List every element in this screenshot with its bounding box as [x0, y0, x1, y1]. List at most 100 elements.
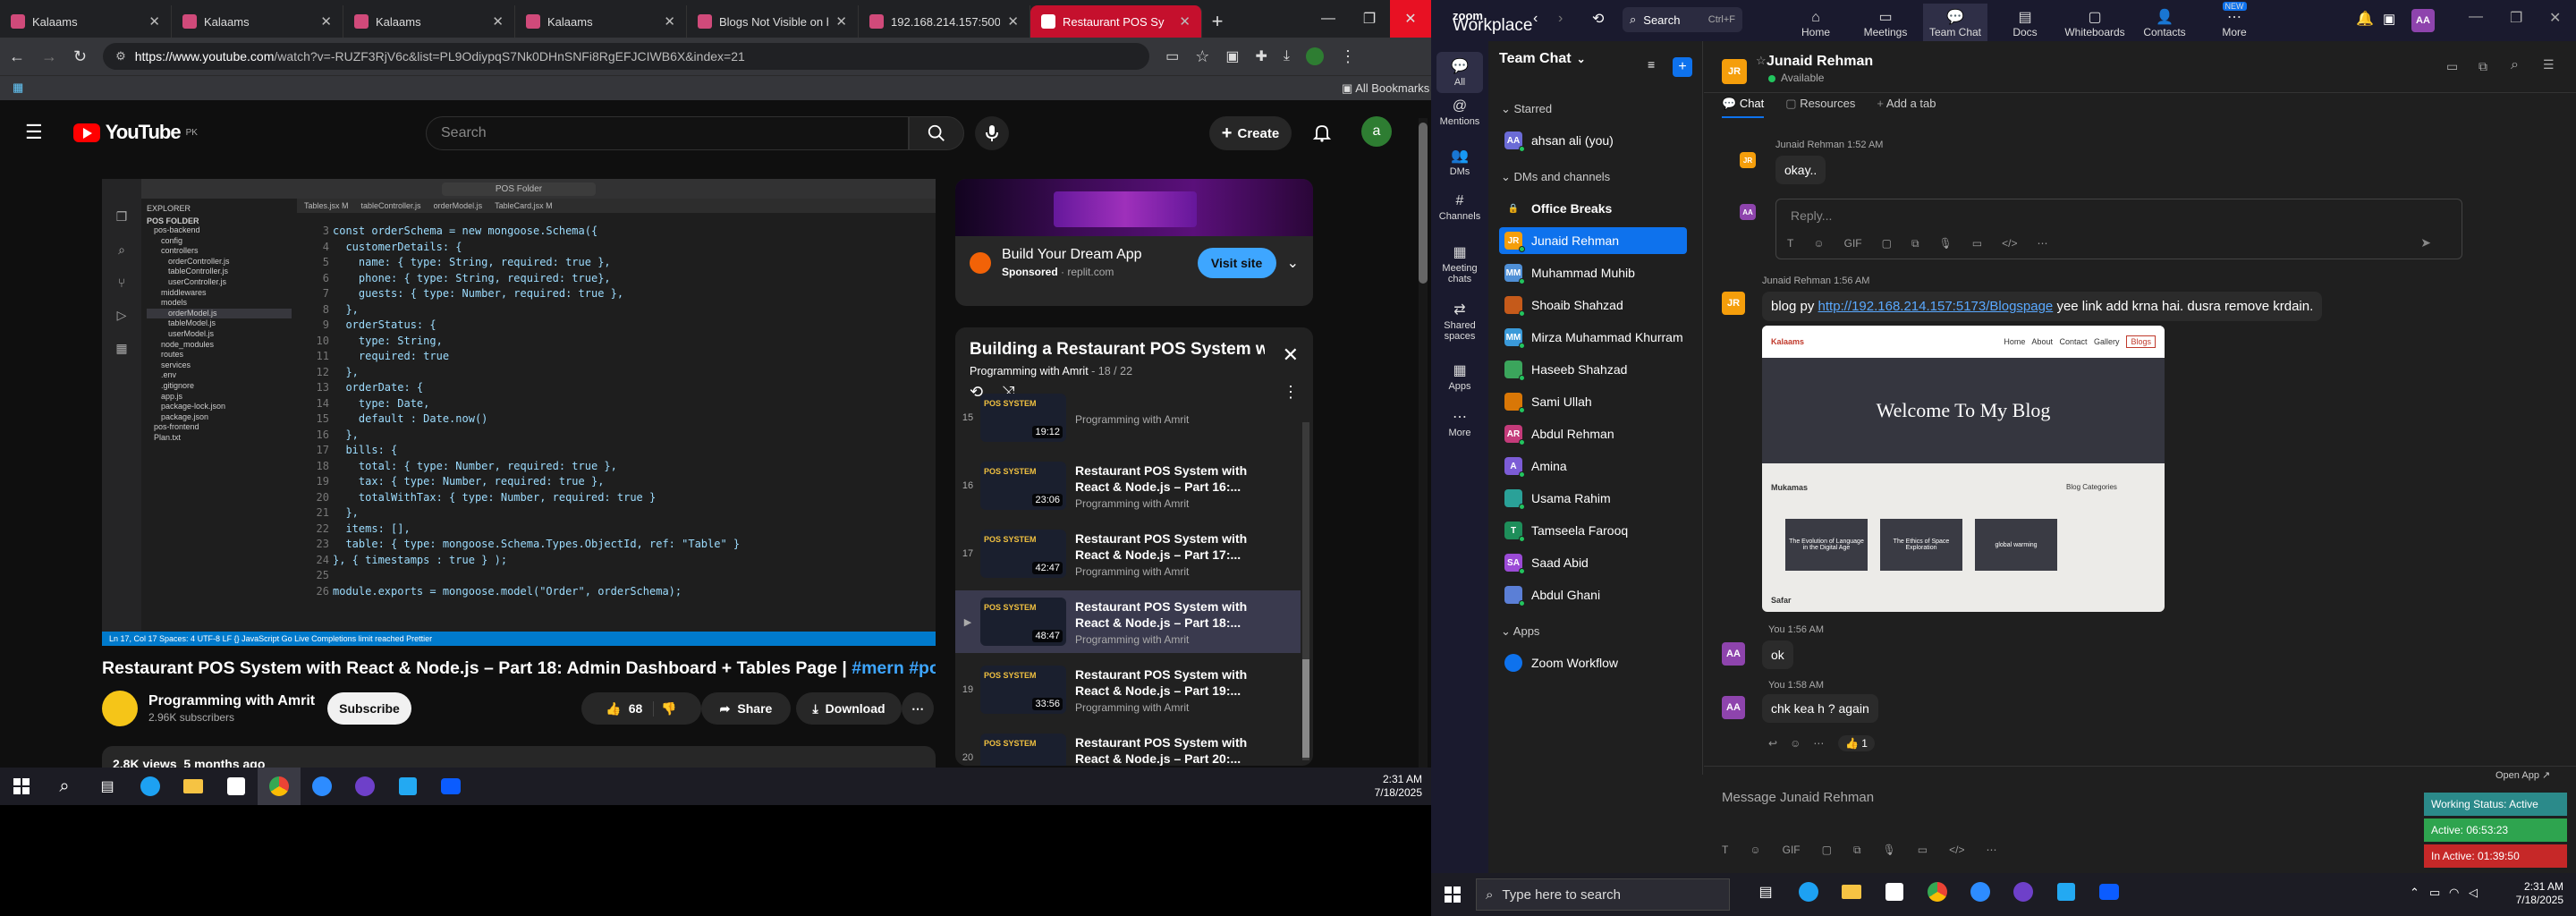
share-button[interactable]: ➦ Share: [701, 692, 791, 725]
nav-contacts[interactable]: 👤 Contacts: [2132, 4, 2197, 41]
store-icon[interactable]: [215, 768, 258, 805]
minimize-icon[interactable]: —: [2469, 9, 2483, 25]
message-link[interactable]: http://192.168.214.157:5173/Blogspage: [1818, 299, 2054, 314]
playlist-item[interactable]: 17 POS SYSTEM 42:47 Restaurant POS System w…: [955, 522, 1301, 585]
format-icon[interactable]: T: [1722, 844, 1728, 857]
vscode-icon[interactable]: [2045, 873, 2088, 911]
apps-section[interactable]: ⌄ Apps: [1488, 624, 1703, 639]
playlist-title[interactable]: Building a Restaurant POS System w...: [970, 340, 1265, 360]
site-info-icon[interactable]: ⚙: [115, 49, 126, 64]
more-actions-button[interactable]: ⋯: [902, 692, 934, 725]
chat-info-icon[interactable]: ☰: [2543, 57, 2555, 72]
hamburger-icon[interactable]: ☰: [25, 121, 43, 144]
search-input[interactable]: Search: [426, 116, 909, 150]
more-icon[interactable]: ⋯: [1813, 737, 1824, 750]
star-icon[interactable]: ☆: [1756, 54, 1767, 68]
close-playlist-icon[interactable]: ✕: [1283, 344, 1299, 367]
user-avatar[interactable]: AA: [2411, 9, 2435, 32]
chat-tab[interactable]: 💬 Chat: [1722, 97, 1765, 118]
emoji-icon[interactable]: ☺: [1813, 237, 1824, 250]
mic-icon[interactable]: 🎙: [1939, 237, 1953, 250]
rail-channels[interactable]: # Channels: [1431, 193, 1488, 222]
playlist-scroll-thumb[interactable]: [1302, 659, 1309, 758]
store-icon[interactable]: [1873, 873, 1916, 911]
github-icon[interactable]: [343, 768, 386, 805]
emoji-icon[interactable]: ☺: [1750, 844, 1760, 857]
starred-section[interactable]: ⌄ Starred: [1488, 102, 1703, 116]
zoom-icon[interactable]: [1959, 873, 2002, 911]
vscode-icon[interactable]: [386, 768, 429, 805]
maximize-button[interactable]: ❐: [1349, 0, 1390, 38]
page-scrollbar[interactable]: [1419, 118, 1428, 771]
apps-icon[interactable]: ▦: [13, 81, 23, 95]
send-icon[interactable]: ➤: [2420, 235, 2431, 250]
contact-item[interactable]: A Amina: [1499, 453, 1687, 479]
all-bookmarks[interactable]: ▣ All Bookmarks: [1342, 81, 1429, 96]
contact-item[interactable]: 🔒 Office Breaks: [1499, 195, 1687, 222]
playlist-item[interactable]: ▶ POS SYSTEM 48:47 Restaurant POS System wi…: [955, 590, 1301, 653]
contact-item[interactable]: AA ahsan ali (you): [1499, 127, 1687, 154]
gif-icon[interactable]: GIF: [1783, 844, 1801, 857]
playlist-scrollbar[interactable]: [1302, 422, 1309, 760]
cast-icon[interactable]: ▭: [1165, 47, 1179, 65]
tab-close-icon[interactable]: ✕: [835, 13, 847, 30]
attached-screenshot[interactable]: Kalaams Home About Contact Gallery Blogs…: [1762, 326, 2165, 612]
dislike-button[interactable]: 👎: [661, 701, 676, 717]
contact-item[interactable]: Shoaib Shahzad: [1499, 292, 1687, 318]
battery-icon[interactable]: ▭: [2429, 886, 2440, 900]
edge-icon[interactable]: [1787, 873, 1830, 911]
contact-item[interactable]: JR Junaid Rehman: [1499, 227, 1687, 254]
zoom-search[interactable]: ⌕ Search Ctrl+F: [1623, 7, 1742, 32]
channel-avatar[interactable]: [102, 691, 138, 726]
playlist-channel[interactable]: Programming with Amrit: [970, 365, 1089, 377]
message-bubble[interactable]: okay..: [1775, 156, 1826, 184]
close-icon[interactable]: ✕: [2549, 9, 2561, 27]
like-button[interactable]: 👍 68: [606, 700, 655, 717]
playlist-item[interactable]: 20 POS SYSTEM47:59 Restaurant POS System w…: [955, 726, 1301, 766]
download-icon[interactable]: ⤓: [1284, 48, 1290, 64]
edge-icon[interactable]: [129, 768, 172, 805]
rail-all[interactable]: 💬 All: [1436, 52, 1483, 93]
chat-search-icon[interactable]: ⌕: [2511, 57, 2519, 73]
search-button[interactable]: [909, 116, 964, 150]
code-icon[interactable]: </>: [2002, 237, 2017, 250]
chat-tab[interactable]: + Add a tab: [1877, 97, 1936, 118]
file-icon[interactable]: ▢: [1882, 237, 1892, 250]
reaction-chip[interactable]: 👍 1: [1838, 735, 1875, 751]
wifi-icon[interactable]: ◠: [2449, 886, 2459, 900]
bookmark-star-icon[interactable]: ☆: [1195, 47, 1209, 66]
contact-item[interactable]: AR Abdul Rehman: [1499, 420, 1687, 447]
voice-search-button[interactable]: [975, 116, 1009, 150]
contact-item[interactable]: SA Saad Abid: [1499, 549, 1687, 576]
rail-dms[interactable]: 👥 DMs: [1431, 147, 1488, 177]
close-window-button[interactable]: ✕: [1390, 0, 1431, 38]
gif-icon[interactable]: GIF: [1844, 237, 1862, 250]
calendar-icon[interactable]: ▣: [2383, 11, 2395, 27]
tab-close-icon[interactable]: ✕: [148, 13, 160, 30]
bell-icon[interactable]: 🔔: [2356, 10, 2374, 28]
tab-close-icon[interactable]: ✕: [1007, 13, 1019, 30]
contact-item[interactable]: MM Mirza Muhammad Khurram: [1499, 324, 1687, 351]
nav-meetings[interactable]: ▭ Meetings: [1853, 4, 1918, 41]
message-bubble[interactable]: blog py http://192.168.214.157:5173/Blog…: [1762, 292, 2323, 321]
format-icon[interactable]: T: [1787, 237, 1793, 250]
contact-item[interactable]: MM Muhammad Muhib: [1499, 259, 1687, 286]
chrome-icon[interactable]: [258, 768, 301, 805]
chat-name[interactable]: Junaid Rehman: [1767, 54, 1873, 70]
tab-close-icon[interactable]: ✕: [320, 13, 332, 30]
playlist-item[interactable]: 16 POS SYSTEM 23:06 Restaurant POS System w…: [955, 454, 1301, 517]
back-icon[interactable]: ←: [9, 47, 25, 66]
minimize-button[interactable]: —: [1308, 0, 1349, 38]
file-explorer-icon[interactable]: [1830, 873, 1873, 911]
channel-name[interactable]: Programming with Amrit: [148, 693, 315, 709]
browser-tab[interactable]: Restaurant POS Sy ✕: [1030, 5, 1202, 38]
team-chat-header[interactable]: Team Chat ⌄: [1488, 41, 1702, 77]
message-bubble[interactable]: ok: [1762, 640, 1793, 669]
rail-mentions[interactable]: @ Mentions: [1431, 98, 1488, 127]
right-clock[interactable]: 2:31 AM 7/18/2025: [2516, 880, 2563, 907]
youtube-logo[interactable]: YouTube PK: [72, 121, 198, 144]
search-icon[interactable]: ⌕: [43, 768, 86, 805]
contact-item[interactable]: Sami Ullah: [1499, 388, 1687, 415]
screenshot-icon[interactable]: ⧉: [1853, 844, 1861, 857]
reply-icon[interactable]: ↩: [1768, 737, 1777, 750]
